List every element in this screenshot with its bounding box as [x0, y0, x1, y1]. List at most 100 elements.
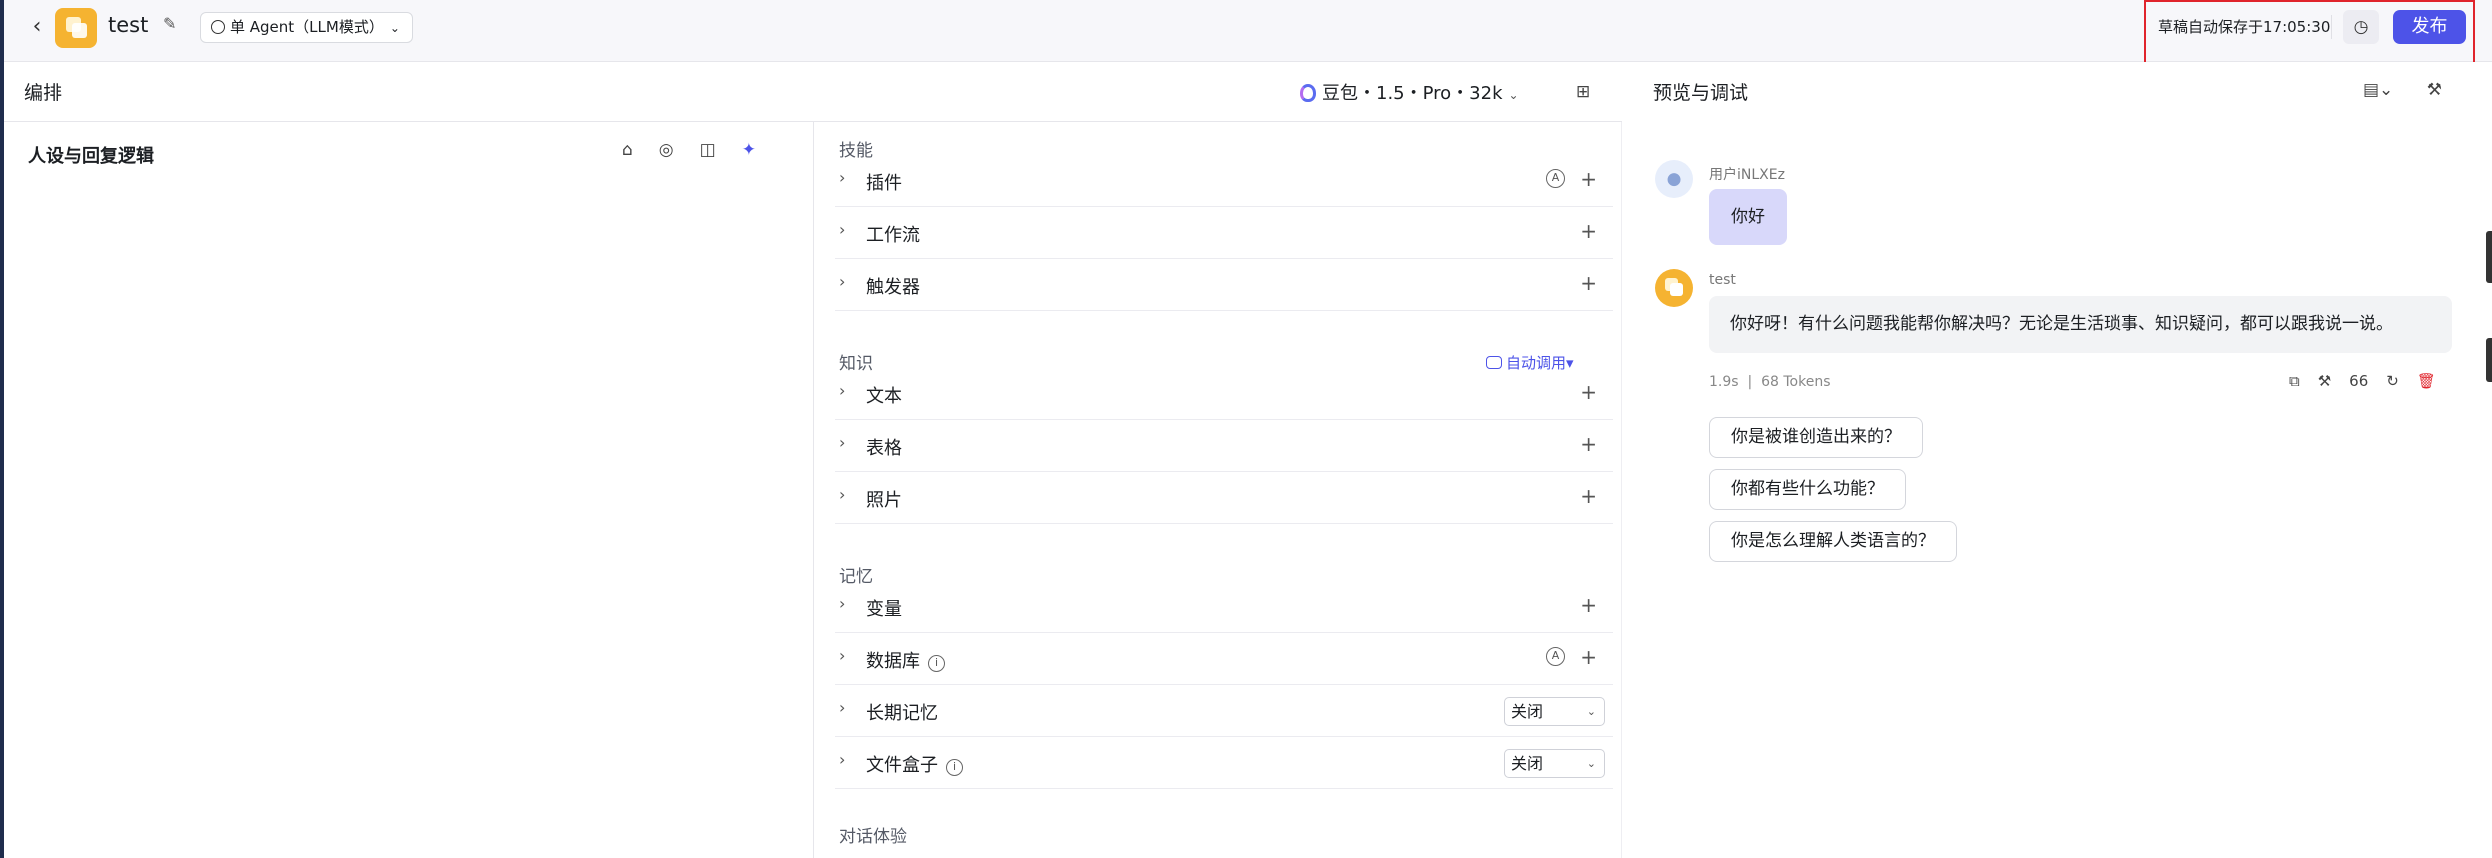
agent-mode-icon [211, 20, 225, 34]
token-count: 68 Tokens [1761, 374, 1831, 390]
select-value: 关闭 [1511, 754, 1544, 773]
idea-icon[interactable]: ◎ [659, 140, 674, 160]
chevron-right-icon: › [839, 698, 846, 717]
add-photo-icon[interactable]: + [1580, 484, 1597, 508]
suggestion-chip[interactable]: 你是怎么理解人类语言的？ [1709, 521, 1957, 562]
suggestion-chip[interactable]: 你是被谁创造出来的？ [1709, 417, 1923, 458]
debug-icon[interactable]: ⚒ [2318, 372, 2331, 390]
chevron-right-icon: › [839, 168, 846, 187]
bot-name: test [1709, 272, 1736, 288]
wrench-icon[interactable]: ⚒ [2427, 80, 2442, 100]
skill-label: 变量 [866, 599, 902, 620]
skill-row-plugins[interactable]: › 插件 A + [835, 155, 1613, 207]
persona-pane: 人设与回复逻辑 ⌂ ◎ ◫ ✦ [4, 122, 814, 858]
skill-label: 插件 [866, 173, 902, 194]
add-table-icon[interactable]: + [1580, 432, 1597, 456]
prompt-library-icon[interactable]: ⌂ [622, 140, 633, 160]
file-box-label: 文件盒子 [866, 755, 938, 776]
skill-label: 工作流 [866, 225, 920, 246]
preview-toolbar: ▤⌄ ⚒ [2363, 80, 2442, 100]
chevron-right-icon: › [839, 220, 846, 239]
persona-title: 人设与回复逻辑 [28, 146, 154, 167]
skill-label: 触发器 [866, 277, 920, 298]
delete-icon[interactable]: 🗑 [2417, 372, 2436, 390]
user-name: 用户iNLXEz [1709, 167, 1785, 183]
chevron-right-icon: › [839, 750, 846, 769]
skill-row-file-box[interactable]: › 文件盒子 i 关闭 ⌄ [835, 737, 1613, 789]
chevron-right-icon: › [839, 646, 846, 665]
auto-icon[interactable]: A [1546, 647, 1565, 666]
back-icon[interactable]: ‹ [24, 14, 50, 40]
response-time: 1.9s [1709, 374, 1739, 390]
arrange-title: 编排 [24, 82, 63, 104]
quote-icon[interactable]: 66 [2349, 372, 2368, 390]
skill-row-database[interactable]: › 数据库 i A + [835, 633, 1613, 685]
chevron-right-icon: › [839, 272, 846, 291]
skill-label: 照片 [866, 490, 902, 511]
chevron-right-icon: › [839, 485, 846, 504]
chevron-right-icon: › [839, 433, 846, 452]
database-label: 数据库 [866, 651, 920, 672]
autosave-status: 草稿自动保存于17:05:30 [2158, 18, 2331, 36]
model-name: 豆包・1.5・Pro・32k [1322, 83, 1503, 104]
chevron-down-icon: ⌄ [389, 21, 400, 35]
debug-log-icon[interactable]: ▤⌄ [2363, 80, 2393, 100]
chevron-right-icon: › [839, 381, 846, 400]
dialog-group-title: 对话体验 [839, 827, 907, 847]
info-icon[interactable]: i [928, 655, 945, 672]
add-workflow-icon[interactable]: + [1580, 219, 1597, 243]
bot-icon [1486, 356, 1502, 369]
scroll-handle[interactable] [2486, 338, 2492, 382]
user-avatar: ● [1655, 160, 1693, 198]
auto-icon[interactable]: A [1546, 169, 1565, 188]
auto-call-label: 自动调用 [1506, 354, 1567, 372]
divider [2331, 15, 2332, 39]
split-view-icon[interactable]: ◫ [700, 140, 716, 160]
skill-row-trigger[interactable]: › 触发器 + [835, 259, 1613, 311]
skill-row-long-memory[interactable]: › 长期记忆 关闭 ⌄ [835, 685, 1613, 737]
auto-call-select[interactable]: 自动调用▾ [1486, 352, 1574, 373]
skill-label: 文本 [866, 386, 902, 407]
copy-icon[interactable]: ⧉ [2289, 372, 2300, 390]
edit-icon[interactable]: ✎ [163, 14, 176, 33]
select-value: 关闭 [1511, 702, 1544, 721]
app-icon [55, 8, 97, 48]
user-message: 你好 [1709, 189, 1787, 245]
preview-pane: 预览与调试 ▤⌄ ⚒ ● 用户iNLXEz 你好 test 你好呀！有什么问题我… [1623, 62, 2492, 858]
skill-row-table[interactable]: › 表格 + [835, 420, 1613, 472]
persona-toolbar: ⌂ ◎ ◫ ✦ [622, 140, 756, 160]
ai-optimize-icon[interactable]: ✦ [742, 140, 756, 160]
message-meta: 1.9s | 68 Tokens [1709, 374, 1831, 390]
skill-row-text[interactable]: › 文本 + [835, 368, 1613, 420]
agent-mode-select[interactable]: 单 Agent（LLM模式） ⌄ [200, 12, 413, 43]
bot-avatar [1655, 269, 1693, 307]
add-database-icon[interactable]: + [1580, 645, 1597, 669]
chevron-down-icon: ⌄ [1586, 705, 1596, 718]
info-icon[interactable]: i [946, 759, 963, 776]
skill-row-variable[interactable]: › 变量 + [835, 581, 1613, 633]
suggestion-chip[interactable]: 你都有些什么功能？ [1709, 469, 1906, 510]
caret-down-icon: ▾ [1566, 354, 1574, 372]
model-select[interactable]: 豆包・1.5・Pro・32k ⌄ [1300, 79, 1519, 105]
layout-grid-icon[interactable]: ⊞ [1576, 82, 1590, 102]
regenerate-icon[interactable]: ↻ [2386, 372, 2399, 390]
app-name: test [108, 13, 149, 37]
add-trigger-icon[interactable]: + [1580, 271, 1597, 295]
history-icon[interactable]: ◷ [2343, 10, 2379, 44]
arrange-header: 编排 豆包・1.5・Pro・32k ⌄ ⊞ [4, 62, 1622, 122]
chevron-down-icon: ⌄ [1586, 757, 1596, 770]
preview-title: 预览与调试 [1653, 82, 1749, 104]
publish-button[interactable]: 发布 [2393, 10, 2466, 44]
skill-label: 长期记忆 [866, 703, 938, 724]
message-actions: ⧉ ⚒ 66 ↻ 🗑 [2289, 372, 2436, 390]
skill-row-workflow[interactable]: › 工作流 + [835, 207, 1613, 259]
add-variable-icon[interactable]: + [1580, 593, 1597, 617]
top-bar: ‹ test ✎ 单 Agent（LLM模式） ⌄ [4, 0, 2492, 62]
file-box-select[interactable]: 关闭 ⌄ [1504, 749, 1605, 778]
skill-row-photo[interactable]: › 照片 + [835, 472, 1613, 524]
add-plugin-icon[interactable]: + [1580, 167, 1597, 191]
model-logo-icon [1300, 84, 1316, 102]
add-text-icon[interactable]: + [1580, 380, 1597, 404]
scroll-handle[interactable] [2486, 231, 2492, 283]
long-memory-select[interactable]: 关闭 ⌄ [1504, 697, 1605, 726]
